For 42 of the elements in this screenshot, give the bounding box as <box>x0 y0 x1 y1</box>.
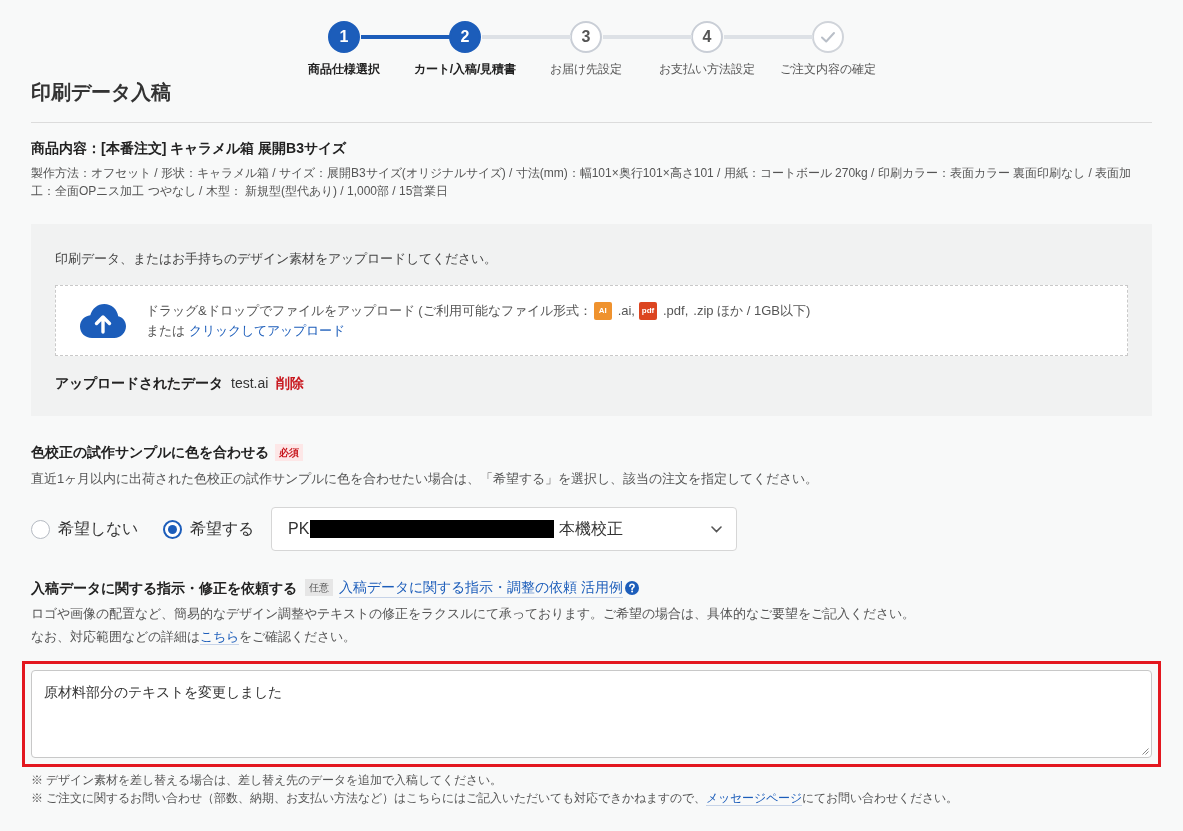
details-link[interactable]: こちら <box>200 629 239 645</box>
footnote: ※ デザイン素材を差し替える場合は、差し替え先のデータを追加で入稿してください。 <box>31 772 504 789</box>
step-number: 3 <box>570 21 602 53</box>
upload-hint: ドラッグ&ドロップでファイルをアップロード (ご利用可能なファイル形式： AI .ai, pdf .pdf, .zip ほか / 1GB以下) <box>146 300 811 321</box>
step-label: お支払い方法設定 <box>659 62 755 76</box>
step-label: ご注文内容の確定 <box>780 62 876 76</box>
upload-instruction: 印刷データ、またはお手持ちのデザイン素材をアップロードしてください。 <box>55 250 498 268</box>
cloud-upload-icon <box>80 303 126 338</box>
step-number: 2 <box>449 21 481 53</box>
chevron-down-icon <box>711 525 722 533</box>
radio-option[interactable]: 希望する <box>163 518 254 540</box>
section-note: なお、対応範囲などの詳細はこちら をご確認ください。 <box>31 628 357 647</box>
section-description: ロゴや画像の配置など、簡易的なデザイン調整やテキストの修正をラクスルにて承っております。ご希望の場合は、具体的なご要望をご記入ください。 <box>31 605 916 623</box>
file-name: test.ai <box>231 374 269 393</box>
request-textarea[interactable]: 原材料部分のテキストを変更しました <box>31 670 1152 758</box>
product-details: 製作方法：オフセット / 形状：キャラメル箱 / サイズ：展開B3サイズ(オリジナルサイズ) / 寸法(mm)：幅101×奥行101×高さ101 / 用紙：コートボール 270kg / 印刷カラー：表面カラー 裏面印刷なし / 表面加工：全面OPニス加工 つやなし / 木型： 新規型(型代あり) / 1,000部 / 15営業日 <box>31 165 1133 200</box>
drop-zone[interactable]: ドラッグ&ドロップでファイルをアップロード (ご利用可能なファイル形式： AI .ai, pdf .pdf, .zip ほか / 1GB以下) または クリックしてアップロード <box>55 285 1128 356</box>
product-title: 商品内容：[本番注文] キャラメル箱 展開B3サイズ <box>31 139 348 158</box>
step-label: 商品仕様選択 <box>308 62 380 76</box>
resize-handle-icon[interactable] <box>1142 748 1149 755</box>
optional-label: 任意 <box>305 579 333 596</box>
page-title: 印刷データ入稿 <box>31 80 172 105</box>
upload-alternative: または クリックしてアップロード <box>146 321 346 340</box>
step-label: カート/入稿/見積書 <box>413 62 517 76</box>
uploaded-data-label: アップロードされたデータ <box>55 374 223 393</box>
file-type-icon: AI <box>593 301 612 320</box>
help-link[interactable]: 入稿データに関する指示・調整の依頼 活用例 <box>339 577 623 598</box>
section-title: 入稿データに関する指示・修正を依頼する <box>31 578 297 598</box>
step-number: 1 <box>328 21 360 53</box>
file-type-icon: pdf <box>638 301 657 320</box>
message-page-link[interactable]: メッセージページ <box>706 791 803 806</box>
section-title: 色校正の試作サンプルに色を合わせる <box>31 443 269 462</box>
footnote: ※ ご注文に関するお問い合わせ（部数、納期、お支払い方法など）はこちらにはご記入いただいても対応できかねますので、メッセージページにてお問い合わせください。 <box>31 790 960 807</box>
radio-option[interactable]: 希望しない <box>31 518 138 540</box>
step-label: お届け先設定 <box>550 62 622 76</box>
delete-link[interactable]: 削除 <box>276 373 305 393</box>
order-select[interactable]: PK 本機校正 <box>271 507 737 551</box>
required-label: 必須 <box>275 443 303 461</box>
upload-link[interactable]: クリックしてアップロード <box>188 322 345 338</box>
section-description: 直近1ヶ月以内に出荷された色校正の試作サンプルに色を合わせたい場合は、「希望する」を選択し、該当の注文を指定してください。 <box>31 470 820 488</box>
help-icon[interactable] <box>624 580 639 595</box>
step-number: 4 <box>691 21 723 53</box>
